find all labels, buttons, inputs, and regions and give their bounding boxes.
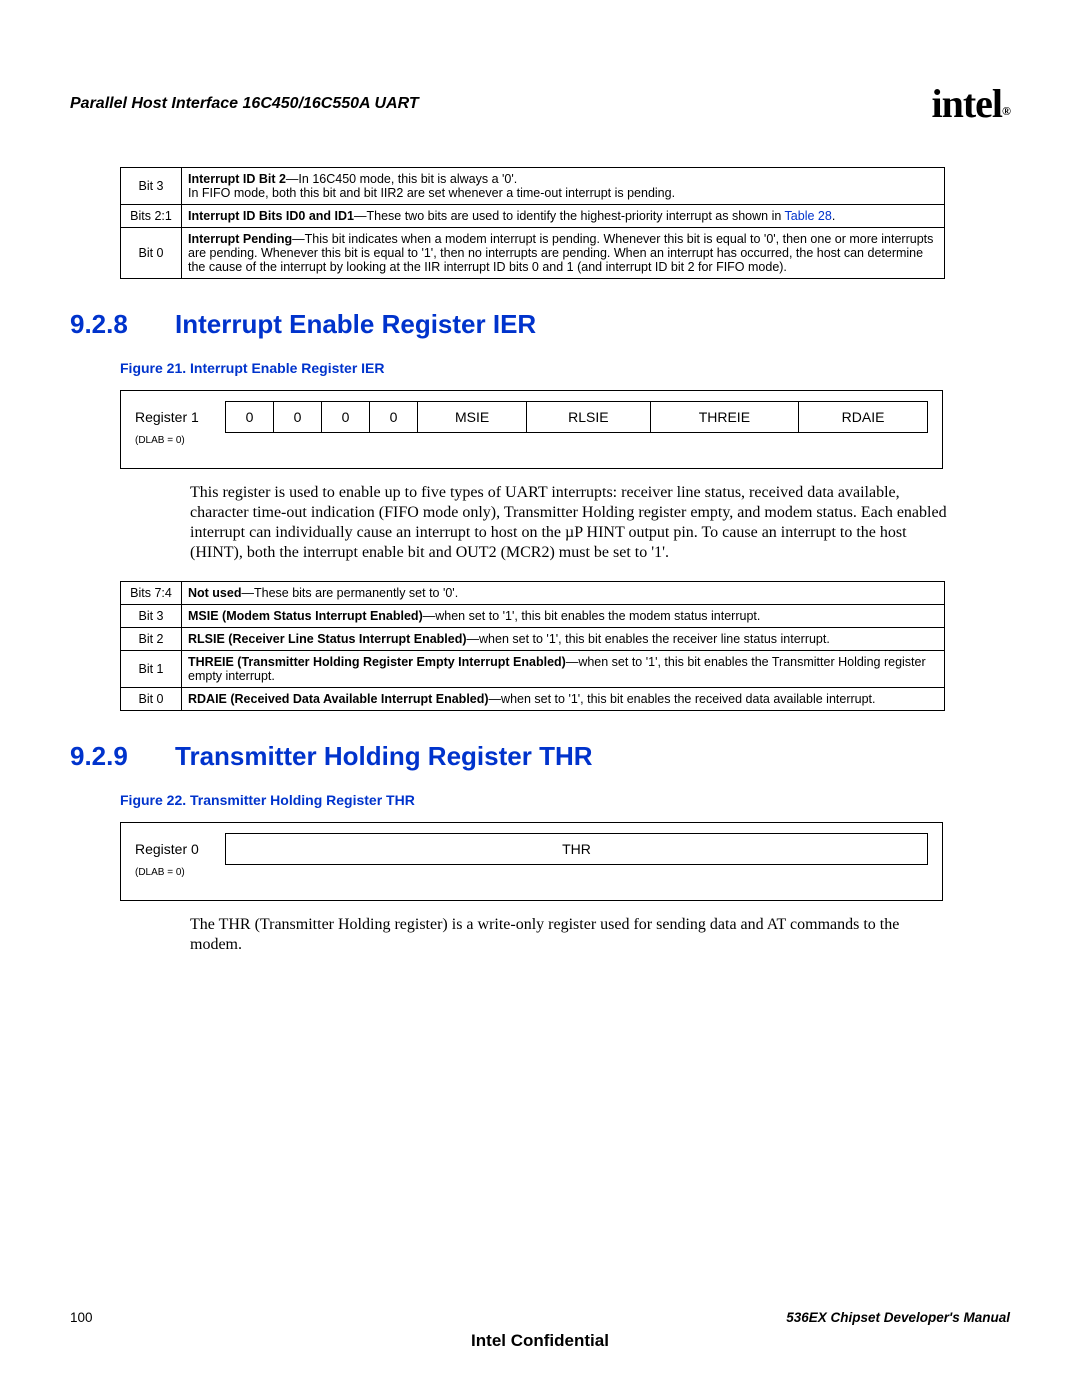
ier-description: This register is used to enable up to fi… [190, 483, 950, 563]
table-row: Bit 1 THREIE (Transmitter Holding Regist… [121, 651, 945, 688]
reg-bit: THR [226, 834, 928, 865]
bit-desc: Interrupt ID Bits ID0 and ID1—These two … [182, 205, 945, 228]
page-header: Parallel Host Interface 16C450/16C550A U… [70, 80, 1010, 127]
table-row: Bit 0 Interrupt Pending—This bit indicat… [121, 228, 945, 279]
bit-desc: Interrupt ID Bit 2—In 16C450 mode, this … [182, 168, 945, 205]
bit-label: Bit 0 [121, 228, 182, 279]
table-row: Bit 2 RLSIE (Receiver Line Status Interr… [121, 628, 945, 651]
bit-desc: RDAIE (Received Data Available Interrupt… [182, 688, 945, 711]
bit-desc: MSIE (Modem Status Interrupt Enabled)—wh… [182, 605, 945, 628]
reg-bit: 0 [370, 402, 418, 433]
table-row: Bits 7:4 Not used—These bits are permane… [121, 582, 945, 605]
reg-bit: 0 [226, 402, 274, 433]
intel-logo: intel® [931, 80, 1010, 127]
bit-label: Bit 1 [121, 651, 182, 688]
bit-label: Bits 7:4 [121, 582, 182, 605]
bit-label: Bits 2:1 [121, 205, 182, 228]
reg-bit: 0 [322, 402, 370, 433]
reg-bit: THREIE [650, 402, 799, 433]
bit-desc: RLSIE (Receiver Line Status Interrupt En… [182, 628, 945, 651]
reg-bit: MSIE [418, 402, 527, 433]
ier-register-box: Register 1 0 0 0 0 MSIE RLSIE THREIE RDA… [120, 390, 943, 469]
table-row: Bit 0 RDAIE (Received Data Available Int… [121, 688, 945, 711]
table-row: Bit 3 MSIE (Modem Status Interrupt Enabl… [121, 605, 945, 628]
confidential-label: Intel Confidential [70, 1331, 1010, 1351]
reg-bit: RLSIE [527, 402, 650, 433]
figure-caption-thr: Figure 22. Transmitter Holding Register … [120, 792, 1010, 808]
reg-bit: RDAIE [799, 402, 928, 433]
header-title: Parallel Host Interface 16C450/16C550A U… [70, 95, 419, 113]
page-footer: 100 536EX Chipset Developer's Manual Int… [70, 1310, 1010, 1351]
thr-register-box: Register 0 THR (DLAB = 0) [120, 822, 943, 901]
reg-bit: 0 [274, 402, 322, 433]
bit-desc: Interrupt Pending—This bit indicates whe… [182, 228, 945, 279]
table-row: Bits 2:1 Interrupt ID Bits ID0 and ID1—T… [121, 205, 945, 228]
table-row: Bit 3 Interrupt ID Bit 2—In 16C450 mode,… [121, 168, 945, 205]
page-number: 100 [70, 1310, 93, 1325]
bit-label: Bit 3 [121, 168, 182, 205]
section-heading-thr: 9.2.9Transmitter Holding Register THR [70, 741, 1010, 772]
iir-bit-table: Bit 3 Interrupt ID Bit 2—In 16C450 mode,… [120, 167, 945, 279]
thr-register-table: Register 0 THR [135, 833, 928, 865]
ier-register-table: Register 1 0 0 0 0 MSIE RLSIE THREIE RDA… [135, 401, 928, 433]
dlab-note: (DLAB = 0) [135, 435, 928, 446]
thr-description: The THR (Transmitter Holding register) i… [190, 915, 950, 955]
bit-label: Bit 0 [121, 688, 182, 711]
dlab-note: (DLAB = 0) [135, 867, 928, 878]
register-label: Register 0 [135, 834, 226, 865]
table-link[interactable]: Table 28 [785, 209, 832, 223]
bit-desc: THREIE (Transmitter Holding Register Emp… [182, 651, 945, 688]
bit-label: Bit 2 [121, 628, 182, 651]
section-heading-ier: 9.2.8Interrupt Enable Register IER [70, 309, 1010, 340]
manual-title: 536EX Chipset Developer's Manual [786, 1310, 1010, 1325]
register-label: Register 1 [135, 402, 226, 433]
ier-bit-table: Bits 7:4 Not used—These bits are permane… [120, 581, 945, 711]
figure-caption-ier: Figure 21. Interrupt Enable Register IER [120, 360, 1010, 376]
bit-label: Bit 3 [121, 605, 182, 628]
bit-desc: Not used—These bits are permanently set … [182, 582, 945, 605]
